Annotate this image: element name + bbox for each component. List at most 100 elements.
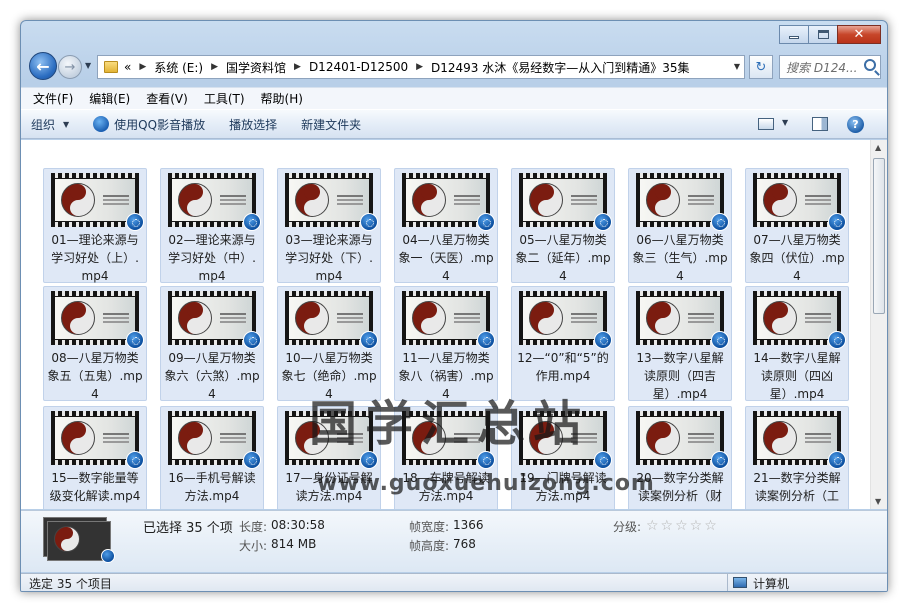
explorer-window: ✕ ← → ▼ « ▶ 系统 (E:) ▶ 国学资料馆 ▶ D12401-D12… [20,20,888,592]
menu-help[interactable]: 帮助(H) [261,90,303,107]
play-with-qq-button[interactable]: 使用QQ影音播放 [93,116,205,133]
thumbnail-caption [220,313,246,315]
yin-yang-icon [646,421,680,455]
breadcrumb-drive[interactable]: 系统 (E:) [154,59,203,76]
play-with-qq-label: 使用QQ影音播放 [114,117,206,132]
maximize-button[interactable] [808,25,838,44]
vertical-scrollbar[interactable]: ▲ ▼ [870,140,887,509]
view-options-dropdown[interactable]: ▼ [782,118,788,127]
file-tile[interactable]: 09—八星万物类象六（六煞）.mp4 [160,286,264,401]
menu-file[interactable]: 文件(F) [33,90,73,107]
file-name: 04—八星万物类象一（天医）.mp4 [398,233,494,283]
file-name: 15—数字能量等级变化解读.mp4 [49,471,141,503]
qq-player-icon [828,213,846,231]
rating-label: 分级: [613,520,642,534]
thumbnail-caption [571,195,597,197]
search-icon[interactable] [864,59,876,71]
refresh-button[interactable]: ↻ [749,55,773,79]
qq-player-icon [243,331,261,349]
thumbnail-caption [805,195,831,197]
file-tile[interactable]: 21—数字分类解读案例分析（工 [745,406,849,509]
address-overflow-chevron[interactable]: « [124,60,131,74]
qq-player-icon [477,331,495,349]
frame-height-label: 帧高度: [409,539,450,553]
breadcrumb-range[interactable]: D12401-D12500 [309,60,408,74]
file-name: 08—八星万物类象五（五鬼）.mp4 [47,351,143,401]
qq-player-icon [126,451,144,469]
video-frame [640,417,720,459]
breadcrumb-separator[interactable]: ▶ [211,62,218,72]
address-bar[interactable]: « ▶ 系统 (E:) ▶ 国学资料馆 ▶ D12401-D12500 ▶ D1… [97,55,745,79]
breadcrumb-separator[interactable]: ▶ [139,62,146,72]
file-tile[interactable]: 07—八星万物类象四（伏位）.mp4 [745,168,849,283]
video-frame [757,179,837,221]
file-name: 09—八星万物类象六（六煞）.mp4 [164,351,260,401]
organize-button[interactable]: 组织 ▼ [31,116,69,133]
forward-button[interactable]: → [58,55,82,79]
file-name: 16—手机号解读方法.mp4 [168,471,256,503]
preview-pane-icon[interactable] [812,117,828,131]
video-frame [757,417,837,459]
video-frame [523,297,603,339]
folder-icon [104,61,118,73]
video-frame [289,179,369,221]
file-name: 01—理论来源与学习好处（上）.mp4 [51,233,139,283]
file-tile[interactable]: 06—八星万物类象三（生气）.mp4 [628,168,732,283]
qq-player-icon [243,213,261,231]
file-tile[interactable]: 08—八星万物类象五（五鬼）.mp4 [43,286,147,401]
breadcrumb-separator[interactable]: ▶ [416,62,423,72]
maximize-icon [817,30,829,39]
scrollbar-thumb[interactable] [873,158,885,314]
help-icon[interactable]: ? [847,116,864,133]
length-value: 08:30:58 [271,518,325,532]
minimize-button[interactable] [779,25,809,44]
rating-stars[interactable]: ☆☆☆☆☆ [646,518,719,534]
thumbnail-caption [103,433,129,435]
command-bar: 组织 ▼ 使用QQ影音播放 播放选择 新建文件夹 ▼ ? [21,109,887,139]
file-name: 12—“0”和“5”的作用.mp4 [517,351,609,383]
menu-edit[interactable]: 编辑(E) [89,90,130,107]
change-view-icon[interactable] [758,118,774,130]
qq-player-icon [126,213,144,231]
frame-width-value: 1366 [453,518,484,532]
file-tile[interactable]: 01—理论来源与学习好处（上）.mp4 [43,168,147,283]
breadcrumb-separator[interactable]: ▶ [294,62,301,72]
close-button[interactable]: ✕ [837,25,881,44]
caption-buttons: ✕ [779,25,881,44]
thumbnail-caption [805,313,831,315]
file-tile[interactable]: 03—理论来源与学习好处（下）.mp4 [277,168,381,283]
file-tile[interactable]: 13—数字八星解读原则（四吉星）.mp4 [628,286,732,401]
recent-pages-dropdown[interactable]: ▼ [85,61,91,70]
file-name: 02—理论来源与学习好处（中）.mp4 [168,233,256,283]
qq-player-icon [101,549,115,563]
file-tile[interactable]: 15—数字能量等级变化解读.mp4 [43,406,147,509]
play-selection-button[interactable]: 播放选择 [229,116,277,133]
address-dropdown-icon[interactable]: ▼ [734,62,740,71]
file-tile[interactable]: 04—八星万物类象一（天医）.mp4 [394,168,498,283]
yin-yang-icon [412,183,446,217]
file-name: 05—八星万物类象二（延年）.mp4 [515,233,611,283]
status-bar: 选定 35 个项目 计算机 [21,573,887,591]
search-input[interactable]: 搜索 D124... [779,55,881,79]
file-tile[interactable]: 05—八星万物类象二（延年）.mp4 [511,168,615,283]
video-frame [289,297,369,339]
back-button[interactable]: ← [29,52,57,80]
status-location-text: 计算机 [753,577,790,591]
video-frame [406,179,486,221]
video-frame [640,179,720,221]
search-placeholder: 搜索 D124... [786,60,858,75]
computer-icon [733,577,747,588]
thumbnail-caption [220,433,246,435]
scroll-up-icon[interactable]: ▲ [875,143,881,152]
scroll-down-icon[interactable]: ▼ [875,497,881,506]
qq-player-icon [711,213,729,231]
file-tile[interactable]: 14—数字八星解读原则（四凶星）.mp4 [745,286,849,401]
menu-view[interactable]: 查看(V) [146,90,188,107]
file-tile[interactable]: 02—理论来源与学习好处（中）.mp4 [160,168,264,283]
new-folder-button[interactable]: 新建文件夹 [301,116,361,133]
qq-player-icon [243,451,261,469]
breadcrumb-library[interactable]: 国学资料馆 [226,59,286,76]
menu-tools[interactable]: 工具(T) [204,90,245,107]
breadcrumb-current-folder[interactable]: D12493 水沐《易经数字—从入门到精通》35集 [431,59,690,76]
file-tile[interactable]: 16—手机号解读方法.mp4 [160,406,264,509]
